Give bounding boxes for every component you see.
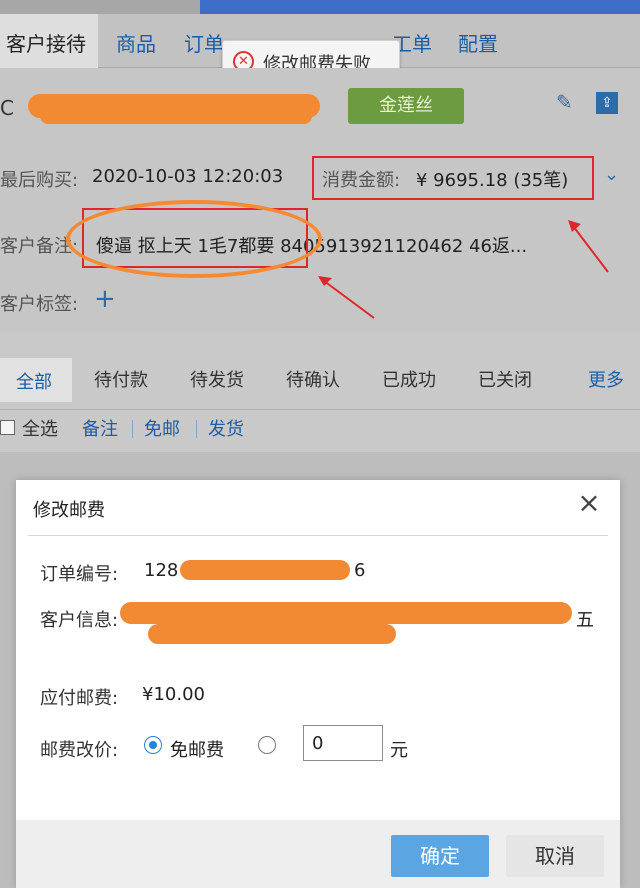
free-shipping-action[interactable]: 免邮 [144,415,180,441]
custom-price-radio[interactable] [258,736,276,754]
add-tag-icon[interactable]: + [94,284,116,314]
customer-name: C [0,96,14,120]
divider [28,535,608,536]
tab-closed[interactable]: 已关闭 [478,366,532,392]
order-actions-bar: 全选 备注 免邮 发货 [0,412,640,452]
tab-pending-shipment[interactable]: 待发货 [190,366,244,392]
dialog-title: 修改邮费 [33,500,105,521]
top-strip [0,0,640,14]
tab-success[interactable]: 已成功 [382,366,436,392]
redaction-scribble [180,560,350,580]
payable-shipping-label: 应付邮费: [40,688,119,709]
redaction-scribble [120,602,572,624]
nav-tab-config[interactable]: 配置 [458,28,498,57]
red-arrow-annotation [568,220,609,273]
edit-shipping-dialog: 修改邮费 × 订单编号: 128 6 客户信息: 五 应付邮费: ¥10.00 … [16,480,620,888]
confirm-button[interactable]: 确定 [391,835,489,877]
note-circle-annotation [66,200,322,278]
customer-info-tail: 五 [576,610,594,631]
window-titlebar [200,0,640,14]
customer-info-label: 客户信息: [40,610,119,631]
cancel-button[interactable]: 取消 [506,835,604,877]
divider [132,420,133,438]
close-icon[interactable]: × [576,489,602,517]
spend-label: 消费金额: [322,170,401,191]
chevron-down-icon[interactable]: ⌄ [604,164,619,185]
free-shipping-option-label[interactable]: 免邮费 [170,736,224,762]
shipping-amount-input[interactable] [303,725,383,761]
order-no-value: 128 [144,560,179,581]
nav-tab-customer[interactable]: 客户接待 [0,14,98,68]
app-window: 客户接待 商品 订单 工单 配置 ✕ 修改邮费失败 C 金莲丝 ✎ ⇪ 最后购买… [0,0,640,888]
nav-tab-products[interactable]: 商品 [116,28,156,57]
note-action[interactable]: 备注 [82,415,118,441]
tab-pending-confirm[interactable]: 待确认 [286,366,340,392]
tab-pending-payment[interactable]: 待付款 [94,366,148,392]
redaction-scribble [40,108,312,124]
order-no-tail: 6 [354,560,366,581]
last-purchase-value: 2020-10-03 12:20:03 [92,166,284,187]
select-all-checkbox[interactable] [0,420,15,435]
order-status-tabs: 全部 待付款 待发货 待确认 已成功 已关闭 更多 [0,348,640,410]
free-shipping-radio[interactable] [144,736,162,754]
payable-shipping-value: ¥10.00 [142,684,205,705]
currency-unit: 元 [390,740,408,761]
nav-tab-orders[interactable]: 订单 [184,28,224,57]
divider [196,420,197,438]
change-price-label: 邮费改价: [40,740,119,761]
red-arrow-annotation [318,276,375,319]
customer-level-badge: 金莲丝 [348,88,464,124]
customer-panel: C 金莲丝 ✎ ⇪ 最后购买: 2020-10-03 12:20:03 消费金额… [0,68,640,332]
order-no-label: 订单编号: [40,564,119,585]
tab-all[interactable]: 全部 [0,358,72,402]
tag-icon[interactable]: ✎ [556,90,573,114]
tags-label: 客户标签: [0,294,79,315]
ship-action[interactable]: 发货 [208,415,244,441]
select-all-label[interactable]: 全选 [22,415,58,441]
dialog-footer: 确定 取消 [16,820,620,888]
last-purchase-label: 最后购买: [0,170,79,191]
profile-icon[interactable]: ⇪ [596,92,618,114]
tab-more[interactable]: 更多 [588,366,624,392]
spend-value: ¥ 9695.18 (35笔) [416,170,569,191]
redaction-scribble [148,624,396,644]
